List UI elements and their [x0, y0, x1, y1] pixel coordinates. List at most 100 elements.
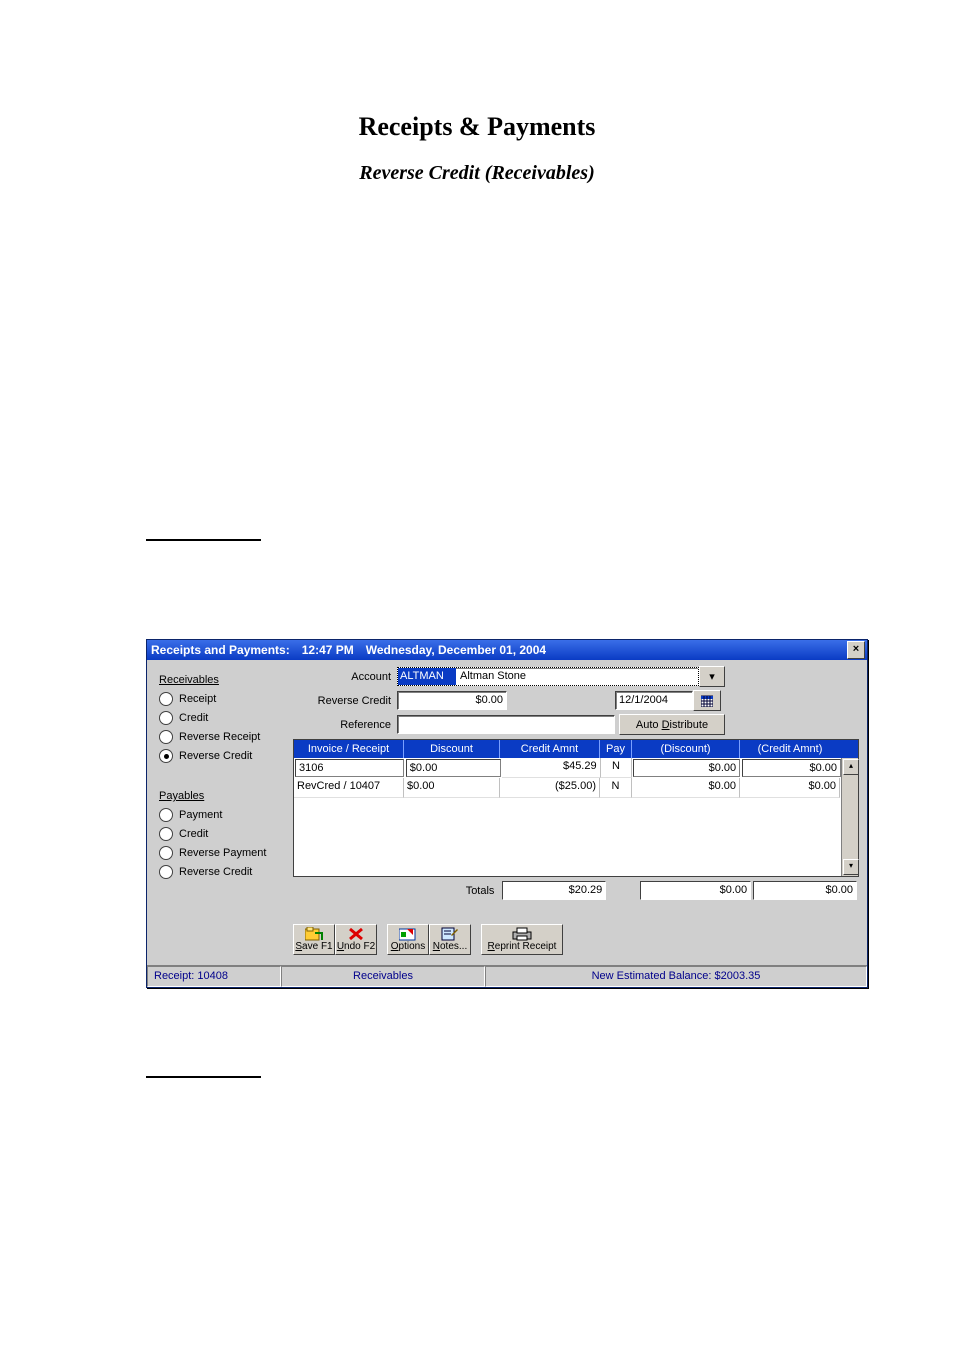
cell-credit-amnt: $45.29: [502, 758, 601, 778]
chevron-down-icon: ▾: [709, 670, 715, 683]
reference-input[interactable]: [397, 715, 615, 734]
cell-discount-paren[interactable]: $0.00: [633, 759, 740, 777]
radio-icon: [159, 865, 173, 879]
account-field[interactable]: ALTMAN Altman Stone: [397, 667, 699, 686]
titlebar-date: Wednesday, December 01, 2004: [366, 643, 546, 657]
cell-credit-amnt-paren[interactable]: $0.00: [742, 759, 841, 777]
cell-discount: $0.00: [404, 778, 500, 798]
radio-label: Payment: [179, 809, 222, 821]
radio-icon-selected: [159, 749, 173, 763]
calendar-icon: [701, 695, 713, 707]
table-row[interactable]: 3106 $0.00 $45.29 N $0.00 $0.00: [294, 758, 842, 778]
col-discount-paren[interactable]: (Discount): [632, 740, 740, 758]
options-button[interactable]: Options: [387, 924, 429, 955]
doc-title: Receipts & Payments: [0, 112, 954, 142]
options-icon: [399, 927, 417, 941]
button-label: Options: [391, 941, 425, 952]
undo-button[interactable]: Undo F2: [335, 924, 377, 955]
reverse-credit-input[interactable]: $0.00: [397, 691, 507, 710]
account-label: Account: [293, 671, 397, 683]
radio-icon: [159, 730, 173, 744]
col-pay[interactable]: Pay: [600, 740, 632, 758]
auto-distribute-button[interactable]: Auto Distribute: [619, 714, 725, 735]
radio-receipt[interactable]: Receipt: [159, 692, 287, 706]
radio-label: Credit: [179, 828, 208, 840]
radio-label: Reverse Receipt: [179, 731, 260, 743]
app-window: Receipts and Payments: 12:47 PM Wednesda…: [146, 639, 868, 988]
titlebar-time: 12:47 PM: [302, 643, 354, 657]
radio-payment[interactable]: Payment: [159, 808, 287, 822]
totals-credit-amnt: $20.29: [502, 881, 606, 900]
radio-icon: [159, 846, 173, 860]
totals-discount: $0.00: [640, 881, 752, 900]
save-icon: [305, 927, 323, 941]
scrollbar[interactable]: ▴ ▾: [841, 758, 858, 876]
radio-reverse-payment[interactable]: Reverse Payment: [159, 846, 287, 860]
table-row[interactable]: RevCred / 10407 $0.00 ($25.00) N $0.00 $…: [294, 778, 842, 798]
notes-button[interactable]: Notes...: [429, 924, 471, 955]
radio-pay-credit[interactable]: Credit: [159, 827, 287, 841]
notes-icon: [441, 927, 459, 941]
totals-label: Totals: [293, 885, 502, 897]
payables-header: Payables: [159, 790, 287, 802]
button-label: Undo F2: [337, 941, 375, 952]
status-balance: New Estimated Balance: $2003.35: [485, 966, 867, 987]
date-input[interactable]: 12/1/2004: [615, 691, 693, 710]
undo-icon: [348, 927, 364, 941]
divider: [146, 539, 261, 541]
cell-invoice[interactable]: 3106: [295, 759, 404, 777]
scroll-down-button[interactable]: ▾: [843, 859, 859, 875]
statusbar: Receipt: 10408 Receivables New Estimated…: [147, 965, 867, 987]
printer-icon: [511, 927, 533, 941]
radio-label: Credit: [179, 712, 208, 724]
radio-reverse-credit[interactable]: Reverse Credit: [159, 749, 287, 763]
status-receipt: Receipt: 10408: [147, 966, 281, 987]
button-label: Notes...: [433, 941, 467, 952]
save-button[interactable]: Save F1: [293, 924, 335, 955]
radio-icon: [159, 827, 173, 841]
col-credit-amnt[interactable]: Credit Amnt: [500, 740, 600, 758]
col-discount[interactable]: Discount: [404, 740, 500, 758]
titlebar-app: Receipts and Payments:: [151, 643, 290, 657]
reverse-credit-label: Reverse Credit: [293, 695, 397, 707]
receivables-header: Receivables: [159, 674, 287, 686]
date-picker-button[interactable]: [693, 690, 721, 711]
reprint-receipt-button[interactable]: Reprint Receipt: [481, 924, 563, 955]
doc-subtitle: Reverse Credit (Receivables): [0, 162, 954, 185]
radio-label: Reverse Payment: [179, 847, 266, 859]
button-label: Reprint Receipt: [488, 941, 557, 952]
radio-icon: [159, 808, 173, 822]
col-credit-amnt-paren[interactable]: (Credit Amnt): [740, 740, 840, 758]
radio-reverse-receipt[interactable]: Reverse Receipt: [159, 730, 287, 744]
totals-row: Totals $20.29 $0.00 $0.00: [293, 881, 857, 900]
grid-header: Invoice / Receipt Discount Credit Amnt P…: [294, 740, 858, 758]
radio-label: Reverse Credit: [179, 866, 252, 878]
cell-discount-paren: $0.00: [632, 778, 740, 798]
radio-label: Receipt: [179, 693, 216, 705]
radio-credit[interactable]: Credit: [159, 711, 287, 725]
account-code: ALTMAN: [398, 668, 456, 685]
cell-invoice: RevCred / 10407: [294, 778, 404, 798]
totals-credit-amnt-paren: $0.00: [753, 881, 857, 900]
toolbar: Save F1 Undo F2 Options: [293, 920, 859, 957]
cell-pay[interactable]: N: [601, 758, 633, 778]
divider: [146, 1076, 261, 1078]
sidebar: Receivables Receipt Credit Reverse Recei…: [147, 660, 293, 965]
account-dropdown-button[interactable]: ▾: [699, 666, 725, 687]
radio-label: Reverse Credit: [179, 750, 252, 762]
main-area: Account ALTMAN Altman Stone ▾ Reverse Cr…: [293, 660, 867, 965]
radio-pay-reverse-credit[interactable]: Reverse Credit: [159, 865, 287, 879]
radio-icon: [159, 692, 173, 706]
button-label: Auto Distribute: [636, 719, 708, 731]
close-button[interactable]: ×: [847, 641, 865, 659]
button-label: Save F1: [295, 941, 332, 952]
cell-discount[interactable]: $0.00: [406, 759, 501, 777]
cell-credit-amnt-paren: $0.00: [740, 778, 840, 798]
cell-pay[interactable]: N: [600, 778, 632, 798]
grid: Invoice / Receipt Discount Credit Amnt P…: [293, 739, 859, 877]
reference-label: Reference: [293, 719, 397, 731]
radio-icon: [159, 711, 173, 725]
scroll-up-button[interactable]: ▴: [843, 759, 859, 775]
grid-body: 3106 $0.00 $45.29 N $0.00 $0.00 RevCred …: [294, 758, 842, 876]
col-invoice[interactable]: Invoice / Receipt: [294, 740, 404, 758]
